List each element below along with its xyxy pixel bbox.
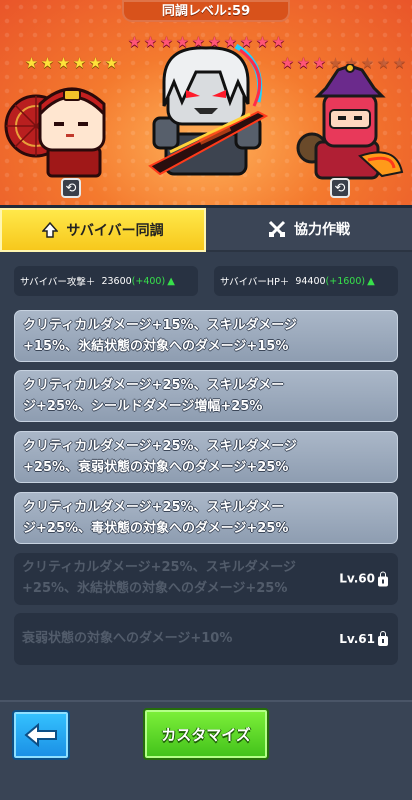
unlock-level-badge: Lv.61 xyxy=(339,617,388,661)
stat-hp-label: サバイバーHP＋ xyxy=(220,277,290,288)
green-arrow-up-icon: ▲ xyxy=(167,275,175,287)
unlock-level-text: Lv.61 xyxy=(339,632,375,646)
effect-text-line1: クリティカルダメージ+25%、スキルダメージ xyxy=(22,560,296,575)
stat-hp: サバイバーHP＋ 94400 (+1600) ▲ xyxy=(214,266,398,296)
effect-card-5-locked: クリティカルダメージ+25%、スキルダメージ +25%、氷結状態の対象へのダメー… xyxy=(14,553,398,605)
stat-attack: サバイバー攻撃＋ 23600 (+400) ▲ xyxy=(14,266,198,296)
stat-attack-label: サバイバー攻撃＋ xyxy=(20,277,96,288)
right-character-portrait[interactable] xyxy=(290,64,408,184)
stat-hp-value: 94400 xyxy=(295,275,326,287)
effect-text-line1: クリティカルダメージ+25%、スキルダメージ xyxy=(23,439,297,454)
swap-icon: ⟲ xyxy=(334,180,346,196)
star-icon: ★ xyxy=(40,54,55,72)
lock-icon xyxy=(378,571,388,586)
customize-button[interactable]: カスタマイズ xyxy=(143,708,269,760)
lock-icon xyxy=(378,631,388,646)
effect-text-line1: クリティカルダメージ+25%、スキルダメー xyxy=(23,378,285,393)
effect-text-line1: クリティカルダメージ+15%、スキルダメージ xyxy=(23,318,297,333)
star-icon: ★ xyxy=(72,54,87,72)
star-icon: ★ xyxy=(88,54,103,72)
arrow-left-icon xyxy=(24,723,57,747)
swap-icon: ⟲ xyxy=(65,180,77,196)
effect-text-line1: クリティカルダメージ+25%、スキルダメー xyxy=(23,500,285,515)
effect-text-line2: +15%、氷結状態の対象へのダメージ+15% xyxy=(23,339,289,354)
tab-cooperation-label: 協力作戦 xyxy=(294,222,350,238)
swap-left-character-button[interactable]: ⟲ xyxy=(61,178,81,198)
tab-survivor-sync-label: サバイバー同調 xyxy=(66,223,164,239)
stat-attack-bonus: (+400) xyxy=(131,275,166,287)
effect-text-line2: +25%、氷結状態の対象へのダメージ+25% xyxy=(22,581,288,596)
effect-text-line2: ジ+25%、毒状態の対象へのダメージ+25% xyxy=(23,521,289,536)
green-arrow-up-icon: ▲ xyxy=(367,275,375,287)
effect-card-4: クリティカルダメージ+25%、スキルダメー ジ+25%、毒状態の対象へのダメージ… xyxy=(14,492,398,544)
tab-bar: サバイバー同調 協力作戦 xyxy=(0,208,412,252)
hero-banner: 同調レベル:59 ★ ★ ★ ★ ★ ★ ★ ★ ★ ★ ★ ★ ★ ★ ★ ★ ★ ★ ★ ★ ★ ★ ★ ★ xyxy=(0,0,412,205)
center-character-portrait[interactable] xyxy=(140,42,280,192)
stat-hp-bonus: (+1600) xyxy=(325,275,366,287)
effect-text-line1: 衰弱状態の対象へのダメージ+10% xyxy=(22,631,233,646)
tab-cooperation[interactable]: 協力作戦 xyxy=(206,208,412,252)
unlock-level-text: Lv.60 xyxy=(339,571,375,586)
left-character-stars: ★ ★ ★ ★ ★ ★ xyxy=(24,56,119,71)
star-icon: ★ xyxy=(104,54,119,72)
sync-level-title: 同調レベル:59 xyxy=(122,0,290,22)
swap-right-character-button[interactable]: ⟲ xyxy=(330,178,350,198)
effect-card-1: クリティカルダメージ+15%、スキルダメージ +15%、氷結状態の対象へのダメー… xyxy=(14,310,398,362)
stat-attack-value: 23600 xyxy=(101,275,132,287)
arrow-up-icon xyxy=(42,222,59,238)
effect-text-line2: +25%、衰弱状態の対象へのダメージ+25% xyxy=(23,460,289,475)
left-character-portrait[interactable] xyxy=(4,70,122,180)
star-icon: ★ xyxy=(56,54,71,72)
effect-text-line2: ジ+25%、シールドダメージ増幅+25% xyxy=(23,399,263,414)
star-icon: ★ xyxy=(24,54,39,72)
effect-card-6-locked: 衰弱状態の対象へのダメージ+10% Lv.61 xyxy=(14,613,398,665)
back-button[interactable] xyxy=(12,710,70,760)
effect-card-2: クリティカルダメージ+25%、スキルダメー ジ+25%、シールドダメージ増幅+2… xyxy=(14,370,398,422)
crossed-swords-icon xyxy=(268,220,286,238)
tab-survivor-sync[interactable]: サバイバー同調 xyxy=(0,208,206,252)
effect-card-3: クリティカルダメージ+25%、スキルダメージ +25%、衰弱状態の対象へのダメー… xyxy=(14,431,398,483)
unlock-level-badge: Lv.60 xyxy=(339,569,388,590)
